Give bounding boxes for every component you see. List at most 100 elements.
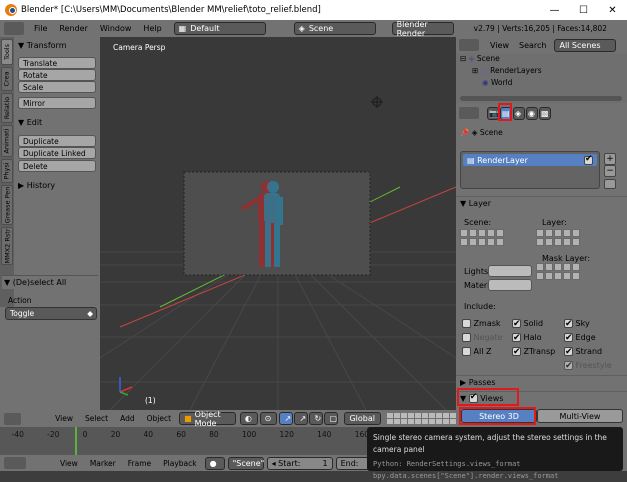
translate-button[interactable]: Translate <box>18 57 96 69</box>
menu-select[interactable]: Select <box>85 414 108 423</box>
maximize-button[interactable]: ☐ <box>569 0 598 20</box>
scale-button[interactable]: Scale <box>18 81 96 93</box>
allz-option[interactable]: All Z <box>462 345 503 359</box>
render-context-icon[interactable]: 📷 <box>487 106 499 120</box>
orientation-dropdown[interactable]: Global <box>344 412 381 425</box>
scale-manip[interactable]: ▢ <box>324 412 339 425</box>
start-frame-field[interactable]: ◂ Start: 1 <box>266 456 333 470</box>
tab-animation[interactable]: Animati <box>1 125 13 157</box>
menu-window[interactable]: Window <box>94 24 138 33</box>
add-layer-button[interactable]: + <box>604 153 616 165</box>
action-select[interactable]: Toggle ◆ <box>5 307 97 320</box>
menu-marker[interactable]: Marker <box>90 459 116 468</box>
layer-buttons[interactable] <box>386 413 456 424</box>
window-titlebar: Blender* [C:\Users\MM\Documents\Blender … <box>0 0 627 20</box>
layer-grid[interactable] <box>536 229 580 246</box>
close-button[interactable]: ✕ <box>598 0 627 20</box>
render-layer-enable-checkbox[interactable] <box>584 154 593 165</box>
menu-playback[interactable]: Playback <box>163 459 196 468</box>
history-panel-header[interactable]: ▶ History <box>16 178 98 192</box>
layer-extra-button[interactable] <box>604 179 616 189</box>
mirror-button[interactable]: Mirror <box>18 97 96 109</box>
negate-option[interactable]: Negate <box>462 331 503 345</box>
outliner-item-world[interactable]: ◉ World <box>460 77 627 89</box>
keying-set-dropdown[interactable]: "Scene" <box>227 456 264 470</box>
editor-type-icon[interactable] <box>459 39 479 51</box>
outliner-search-menu[interactable]: Search <box>519 41 546 50</box>
outliner-item-scene[interactable]: ⊟ ◈ Scene <box>460 53 627 65</box>
outliner: View Search All Scenes ⊟ ◈ Scene ⊞ ▤ Ren… <box>456 37 627 103</box>
tab-mmx2[interactable]: MMX2 Rstr <box>1 227 13 265</box>
freestyle-option[interactable]: Freestyle <box>564 359 612 373</box>
edge-option[interactable]: Edge <box>564 331 612 345</box>
manipulator-toggle[interactable]: ↗ <box>279 412 294 425</box>
outliner-view-menu[interactable]: View <box>490 41 509 50</box>
scene-layer-grid[interactable] <box>460 229 504 246</box>
views-panel-header[interactable]: ▼ Views <box>456 391 627 405</box>
tab-create[interactable]: Crea <box>1 67 13 91</box>
playhead[interactable] <box>75 427 77 455</box>
texture-context-icon[interactable]: ▩ <box>539 106 551 120</box>
layer-panel-header[interactable]: ▼ Layer <box>456 196 627 210</box>
outliner-scrollbar[interactable] <box>460 96 622 101</box>
editor-type-icon[interactable] <box>459 107 479 119</box>
duplicate-linked-button[interactable]: Duplicate Linked <box>18 147 96 159</box>
tab-grease-pencil[interactable]: Grease Pen <box>1 185 13 225</box>
transform-panel-header[interactable]: ▼ Transform <box>16 38 98 52</box>
solid-option[interactable]: Solid <box>512 317 555 331</box>
scene-context-icon[interactable]: ◈ <box>513 106 525 120</box>
scene-dropdown[interactable]: ◈ Scene <box>293 22 376 35</box>
edit-panel-header[interactable]: ▼ Edit <box>16 115 98 129</box>
rotate-button[interactable]: Rotate <box>18 69 96 81</box>
lamp-icon[interactable] <box>371 96 383 108</box>
tab-physics[interactable]: Physi <box>1 159 13 183</box>
multi-view-button[interactable]: Multi-View <box>537 409 623 423</box>
menu-view[interactable]: View <box>55 414 73 423</box>
passes-panel-header[interactable]: ▶ Passes <box>456 375 627 389</box>
outliner-item-renderlayers[interactable]: ⊞ ▤ RenderLayers <box>460 65 627 77</box>
editor-type-icon[interactable] <box>4 22 24 35</box>
menu-object[interactable]: Object <box>147 414 171 423</box>
material-field[interactable] <box>488 279 532 291</box>
shading-dropdown[interactable]: ◐ <box>239 412 258 425</box>
render-engine-dropdown[interactable]: Blender Render <box>391 20 454 38</box>
menu-help[interactable]: Help <box>137 24 167 33</box>
strand-option[interactable]: Strand <box>564 345 612 359</box>
translate-manip[interactable]: ↗ <box>294 412 309 425</box>
views-enable-checkbox[interactable] <box>468 392 478 403</box>
render-layers-context-icon[interactable]: ▤ <box>500 106 512 120</box>
menu-file[interactable]: File <box>28 24 53 33</box>
layout-dropdown[interactable]: ▦ Default <box>173 22 266 35</box>
world-context-icon[interactable]: ◉ <box>526 106 538 120</box>
menu-render[interactable]: Render <box>53 24 93 33</box>
stereo-3d-button[interactable]: Stereo 3D <box>461 409 537 423</box>
render-layer-item[interactable]: ▤ RenderLayer <box>463 154 597 166</box>
render-layer-list[interactable]: ▤ RenderLayer <box>460 151 600 189</box>
minimize-button[interactable]: — <box>540 0 569 20</box>
duplicate-button[interactable]: Duplicate <box>18 135 96 147</box>
tab-tools[interactable]: Tools <box>1 39 13 65</box>
editor-type-icon[interactable] <box>4 412 22 425</box>
ztransp-option[interactable]: ZTransp <box>512 345 555 359</box>
mode-dropdown[interactable]: ■ Object Mode <box>179 410 236 428</box>
halo-option[interactable]: Halo <box>512 331 555 345</box>
pivot-dropdown[interactable]: ⊙ <box>259 412 278 425</box>
delete-button[interactable]: Delete <box>18 160 96 172</box>
rotate-manip[interactable]: ↻ <box>309 412 324 425</box>
sky-option[interactable]: Sky <box>564 317 612 331</box>
outliner-filter-dropdown[interactable]: All Scenes <box>554 38 617 52</box>
menu-tl-view[interactable]: View <box>60 459 78 468</box>
menu-frame[interactable]: Frame <box>128 459 151 468</box>
lights-field[interactable] <box>488 265 532 277</box>
scene-layers-label: Scene: <box>464 218 492 227</box>
mask-layer-grid[interactable] <box>536 263 580 280</box>
3d-viewport[interactable]: Camera Persp (1) <box>100 37 456 410</box>
properties-context-bar: 📷 ▤ ◈ ◉ ▩ <box>456 105 627 121</box>
deselect-panel-header[interactable]: ▼ (De)select All <box>2 275 98 289</box>
editor-type-icon[interactable] <box>4 457 26 469</box>
tab-relations[interactable]: Relatio <box>1 93 13 123</box>
zmask-option[interactable]: Zmask <box>462 317 503 331</box>
remove-layer-button[interactable]: − <box>604 165 616 177</box>
record-button[interactable]: ● <box>204 456 225 470</box>
menu-add[interactable]: Add <box>120 414 135 423</box>
